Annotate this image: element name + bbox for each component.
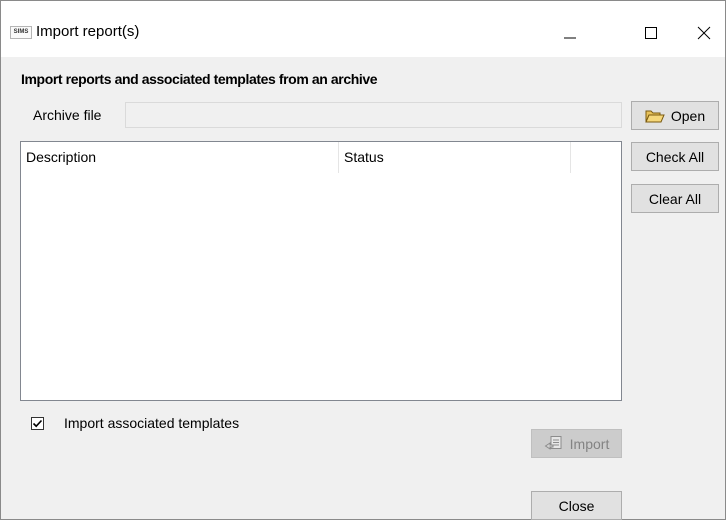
import-templates-option[interactable]: Import associated templates — [31, 415, 239, 431]
minimize-button[interactable] — [547, 13, 593, 53]
archive-file-field[interactable] — [125, 102, 622, 128]
check-all-label: Check All — [645, 148, 705, 165]
close-button[interactable]: Close — [531, 491, 622, 520]
clear-all-button[interactable]: Clear All — [631, 184, 719, 213]
clear-all-label: Clear All — [648, 190, 702, 207]
section-heading: Import reports and associated templates … — [21, 71, 378, 87]
import-report-dialog: SIMS Import report(s) Import reports and… — [0, 0, 726, 520]
import-button-label: Import — [569, 435, 610, 452]
maximize-button[interactable] — [628, 13, 674, 53]
import-templates-label: Import associated templates — [64, 415, 240, 431]
open-button-label: Open — [670, 107, 706, 124]
list-header: Description Status — [21, 142, 621, 173]
reports-list[interactable]: Description Status — [20, 141, 622, 401]
import-icon — [544, 435, 562, 450]
archive-file-label: Archive file — [33, 107, 102, 123]
close-window-button[interactable] — [681, 13, 726, 53]
sims-app-icon: SIMS — [10, 26, 32, 39]
check-all-button[interactable]: Check All — [631, 142, 719, 171]
minimize-icon — [564, 37, 576, 39]
close-icon — [697, 26, 711, 40]
column-header-status[interactable]: Status — [339, 142, 571, 173]
column-header-description[interactable]: Description — [21, 142, 339, 173]
open-button[interactable]: Open — [631, 101, 719, 130]
close-button-label: Close — [558, 497, 595, 514]
maximize-icon — [645, 27, 657, 39]
import-templates-checkbox[interactable] — [31, 416, 44, 430]
window-title: Import report(s) — [36, 23, 140, 40]
title-bar: SIMS Import report(s) — [1, 1, 725, 57]
open-folder-icon — [645, 110, 665, 122]
import-button[interactable]: Import — [531, 429, 622, 458]
checkmark-icon — [32, 419, 43, 427]
